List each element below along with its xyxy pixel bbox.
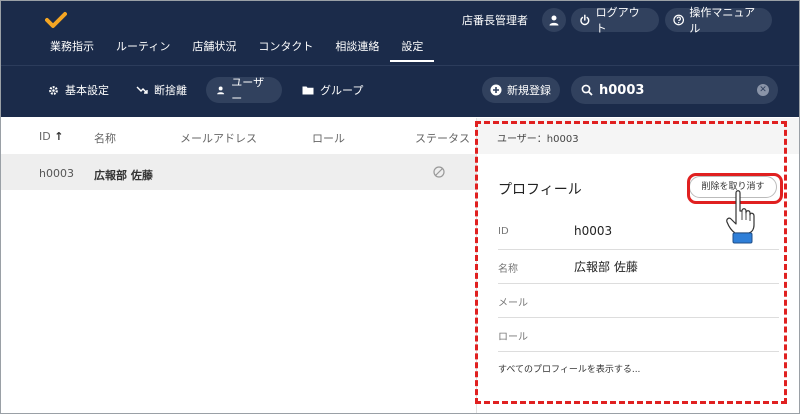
logout-button[interactable]: ログアウト <box>571 6 659 35</box>
col-header-id[interactable]: ID ↑ <box>39 130 63 143</box>
user-name: 店番長管理者 <box>462 14 528 27</box>
col-header-name[interactable]: 名称 <box>94 130 116 146</box>
tab-store-status[interactable]: 店舗状況 <box>181 38 247 62</box>
power-icon <box>580 14 590 26</box>
abandoned-button[interactable]: 断捨離 <box>136 77 187 103</box>
basic-settings-button[interactable]: 基本設定 <box>48 77 109 103</box>
search-box: ✕ <box>571 76 778 104</box>
abandoned-label: 断捨離 <box>154 84 187 97</box>
logo-check-icon <box>45 12 67 28</box>
tab-routine[interactable]: ルーティン <box>105 38 181 62</box>
main-tabs: 業務指示 ルーティン 店舗状況 コンタクト 相談連絡 設定 <box>39 38 435 62</box>
row-name: 広報部 佐藤 <box>94 169 153 182</box>
logout-label: ログアウト <box>595 6 640 35</box>
search-icon <box>581 84 593 96</box>
person-icon <box>217 86 225 95</box>
trend-down-icon <box>136 86 148 94</box>
groups-button[interactable]: グループ <box>302 77 363 103</box>
app-window: 店番長管理者 ログアウト 操作マニュアル 業務指示 ルーティン 店舗状況 コンタ… <box>0 0 800 414</box>
users-label: ユーザー <box>231 76 265 105</box>
avatar-button[interactable] <box>542 8 566 32</box>
help-icon <box>673 14 685 26</box>
user-table-header: ID ↑ 名称 メールアドレス ロール ステータス <box>1 118 476 154</box>
new-registration-label: 新規登録 <box>507 84 551 97</box>
plus-circle-icon <box>490 84 502 96</box>
top-header: 店番長管理者 ログアウト 操作マニュアル 業務指示 ルーティン 店舗状況 コンタ… <box>1 1 799 65</box>
clear-search-icon[interactable]: ✕ <box>757 84 769 96</box>
tab-contact[interactable]: コンタクト <box>247 38 324 62</box>
users-button[interactable]: ユーザー <box>206 76 282 105</box>
tab-tasks[interactable]: 業務指示 <box>39 38 105 62</box>
search-input[interactable] <box>599 82 749 98</box>
row-id: h0003 <box>39 167 74 180</box>
new-registration-button[interactable]: 新規登録 <box>482 77 560 103</box>
folder-icon <box>302 86 314 95</box>
annotation-dashed-box <box>475 121 787 404</box>
ban-icon <box>433 166 445 178</box>
col-header-email[interactable]: メールアドレス <box>180 130 257 146</box>
settings-toolbar: 基本設定 断捨離 ユーザー グループ 新規登録 h0003 ✕ <box>1 65 799 117</box>
gear-icon <box>49 85 58 95</box>
sort-arrow-up-icon: ↑ <box>54 130 64 143</box>
col-header-role[interactable]: ロール <box>312 130 345 146</box>
groups-label: グループ <box>320 84 364 97</box>
col-header-status[interactable]: ステータス <box>415 130 470 146</box>
manual-label: 操作マニュアル <box>689 6 756 35</box>
person-icon <box>549 15 559 26</box>
basic-settings-label: 基本設定 <box>65 84 109 97</box>
pointing-hand-icon <box>726 190 755 244</box>
tab-consultation[interactable]: 相談連絡 <box>324 38 390 62</box>
table-row[interactable]: h0003 広報部 佐藤 <box>1 154 476 190</box>
tab-settings[interactable]: 設定 <box>390 38 435 62</box>
manual-button[interactable]: 操作マニュアル <box>665 6 772 35</box>
